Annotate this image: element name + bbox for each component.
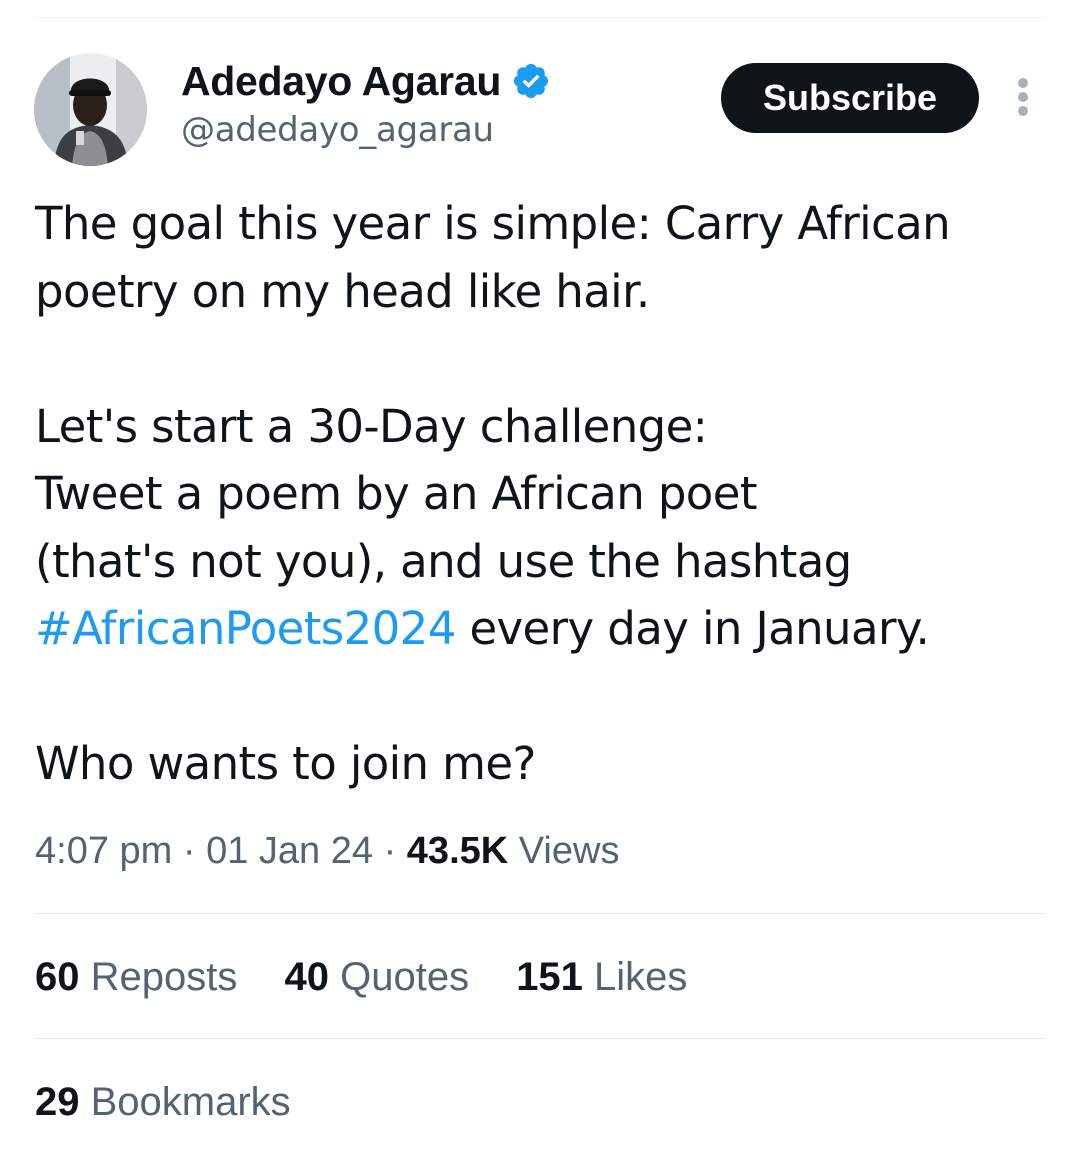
author-name-row: Adedayo Agarau (181, 56, 551, 106)
tweet-line: (that's not you), and use the hashtag (35, 534, 852, 588)
hashtag-link[interactable]: #AfricanPoets2024 (35, 602, 456, 655)
divider (35, 1038, 1045, 1039)
tweet-line: poetry on my head like hair. (35, 264, 650, 318)
reposts-stat[interactable]: 60 Reposts (35, 955, 237, 1000)
subscribe-button[interactable]: Subscribe (721, 63, 979, 133)
quotes-label: Quotes (328, 955, 470, 999)
quotes-stat[interactable]: 40 Quotes (284, 955, 469, 1000)
divider (35, 913, 1045, 914)
meta-separator: · (373, 830, 407, 872)
author-handle[interactable]: @adedayo_agarau (181, 110, 494, 150)
avatar-photo (34, 53, 147, 166)
tweet-line: #AfricanPoets2024 every day in January. (35, 595, 1045, 663)
verified-badge-icon[interactable] (511, 61, 551, 101)
author-display-name[interactable]: Adedayo Agarau (181, 58, 501, 105)
reposts-label: Reposts (79, 955, 238, 999)
engagement-stats: 60 Reposts 40 Quotes 151 Likes (35, 955, 723, 1000)
tweet-meta: 4:07 pm · 01 Jan 24 · 43.5K Views (35, 830, 619, 873)
reposts-count: 60 (35, 955, 80, 999)
tweet-time[interactable]: 4:07 pm (35, 830, 172, 872)
avatar[interactable] (34, 53, 147, 166)
meta-separator: · (172, 830, 207, 872)
quotes-count: 40 (284, 955, 329, 999)
likes-stat[interactable]: 151 Likes (516, 955, 687, 1000)
tweet-line-rest: every day in January. (455, 602, 930, 655)
tweet-line: Who wants to join me? (35, 737, 536, 790)
tweet-text: The goal this year is simple: Carry Afri… (35, 190, 1045, 798)
tweet-line: Tweet a poem by an African poet (35, 467, 757, 520)
likes-label: Likes (582, 955, 688, 999)
views-count: 43.5K (406, 830, 509, 872)
tweet-line: The goal this year is simple: Carry Afri… (35, 197, 951, 250)
top-divider (35, 17, 1045, 18)
bookmarks-label: Bookmarks (79, 1080, 291, 1124)
tweet-line: Let's start a 30-Day challenge: (35, 399, 708, 453)
bookmarks-count: 29 (35, 1080, 80, 1124)
bookmarks-stat[interactable]: 29 Bookmarks (35, 1080, 291, 1125)
tweet-date[interactable]: 01 Jan 24 (206, 830, 373, 872)
views-label: Views (508, 830, 620, 872)
more-vertical-icon[interactable] (1011, 78, 1035, 118)
likes-count: 151 (516, 955, 583, 999)
